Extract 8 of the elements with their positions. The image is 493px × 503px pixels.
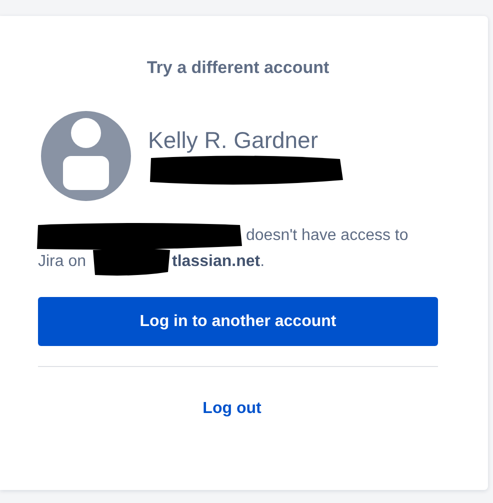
- message-text: doesn't have access to: [246, 226, 408, 246]
- domain-text: tlassian.net.: [172, 252, 265, 272]
- account-name: Kelly R. Gardner: [148, 126, 320, 155]
- log-in-button[interactable]: Log in to another account: [38, 297, 438, 346]
- message-text: Jira on: [38, 252, 86, 272]
- log-out-link[interactable]: Log out: [202, 399, 262, 419]
- avatar-icon: [41, 111, 131, 201]
- card-heading: Try a different account: [146, 58, 330, 78]
